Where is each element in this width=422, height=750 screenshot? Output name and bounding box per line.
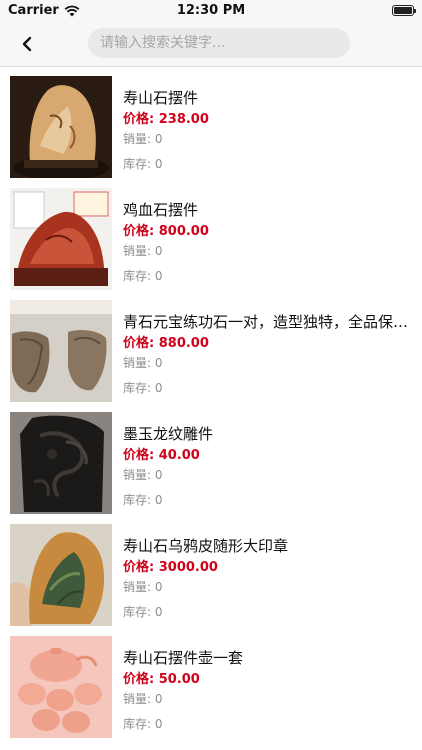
product-image[interactable] — [10, 412, 112, 514]
product-item[interactable]: 青石元宝练功石一对，造型独特，全品保存完好 价格: 880.00 销量: 0 库… — [0, 291, 422, 403]
product-price: 价格: 800.00 — [123, 224, 209, 239]
product-name: 寿山石摆件壶一套 — [123, 649, 244, 667]
product-item[interactable]: 寿山石摆件壶一套 价格: 50.00 销量: 0 库存: 0 — [0, 627, 422, 739]
product-price: 价格: 3000.00 — [123, 560, 218, 575]
product-item[interactable]: 寿山石乌鸦皮随形大印章 价格: 3000.00 销量: 0 库存: 0 — [0, 515, 422, 627]
product-name: 青石元宝练功石一对，造型独特，全品保存完好 — [123, 313, 418, 331]
product-sales: 销量: 0 — [123, 132, 163, 146]
status-time: 12:30 PM — [176, 3, 246, 18]
product-list: 寿山石摆件 价格: 238.00 销量: 0 库存: 0 鸡血石摆件 价格: 8… — [0, 67, 422, 750]
product-name: 墨玉龙纹雕件 — [123, 425, 214, 443]
product-image[interactable] — [10, 76, 112, 178]
battery-icon — [392, 5, 416, 16]
product-name: 鸡血石摆件 — [123, 201, 199, 219]
chevron-left-icon — [22, 36, 32, 52]
product-sales: 销量: 0 — [123, 356, 163, 370]
product-name: 寿山石摆件 — [123, 89, 199, 107]
search-input[interactable] — [88, 28, 350, 58]
product-name: 寿山石乌鸦皮随形大印章 — [123, 537, 289, 555]
product-image[interactable] — [10, 636, 112, 738]
product-price: 价格: 40.00 — [123, 448, 200, 463]
product-stock: 库存: 0 — [123, 493, 163, 507]
product-item[interactable]: 墨玉龙纹雕件 价格: 40.00 销量: 0 库存: 0 — [0, 403, 422, 515]
status-bar: Carrier 12:30 PM — [0, 0, 422, 22]
product-image[interactable] — [10, 524, 112, 626]
product-stock: 库存: 0 — [123, 605, 163, 619]
product-item[interactable]: 鸡血石摆件 价格: 800.00 销量: 0 库存: 0 — [0, 179, 422, 291]
product-image[interactable] — [10, 300, 112, 402]
product-item[interactable]: 寿山石摆件 价格: 238.00 销量: 0 库存: 0 — [0, 67, 422, 179]
nav-bar — [0, 22, 422, 67]
product-image[interactable] — [10, 188, 112, 290]
product-price: 价格: 880.00 — [123, 336, 209, 351]
product-sales: 销量: 0 — [123, 692, 163, 706]
product-sales: 销量: 0 — [123, 468, 163, 482]
back-button[interactable] — [14, 31, 40, 57]
product-sales: 销量: 0 — [123, 580, 163, 594]
product-price: 价格: 50.00 — [123, 672, 200, 687]
product-price: 价格: 238.00 — [123, 112, 209, 127]
product-stock: 库存: 0 — [123, 157, 163, 171]
product-stock: 库存: 0 — [123, 269, 163, 283]
product-sales: 销量: 0 — [123, 244, 163, 258]
product-stock: 库存: 0 — [123, 717, 163, 731]
product-stock: 库存: 0 — [123, 381, 163, 395]
